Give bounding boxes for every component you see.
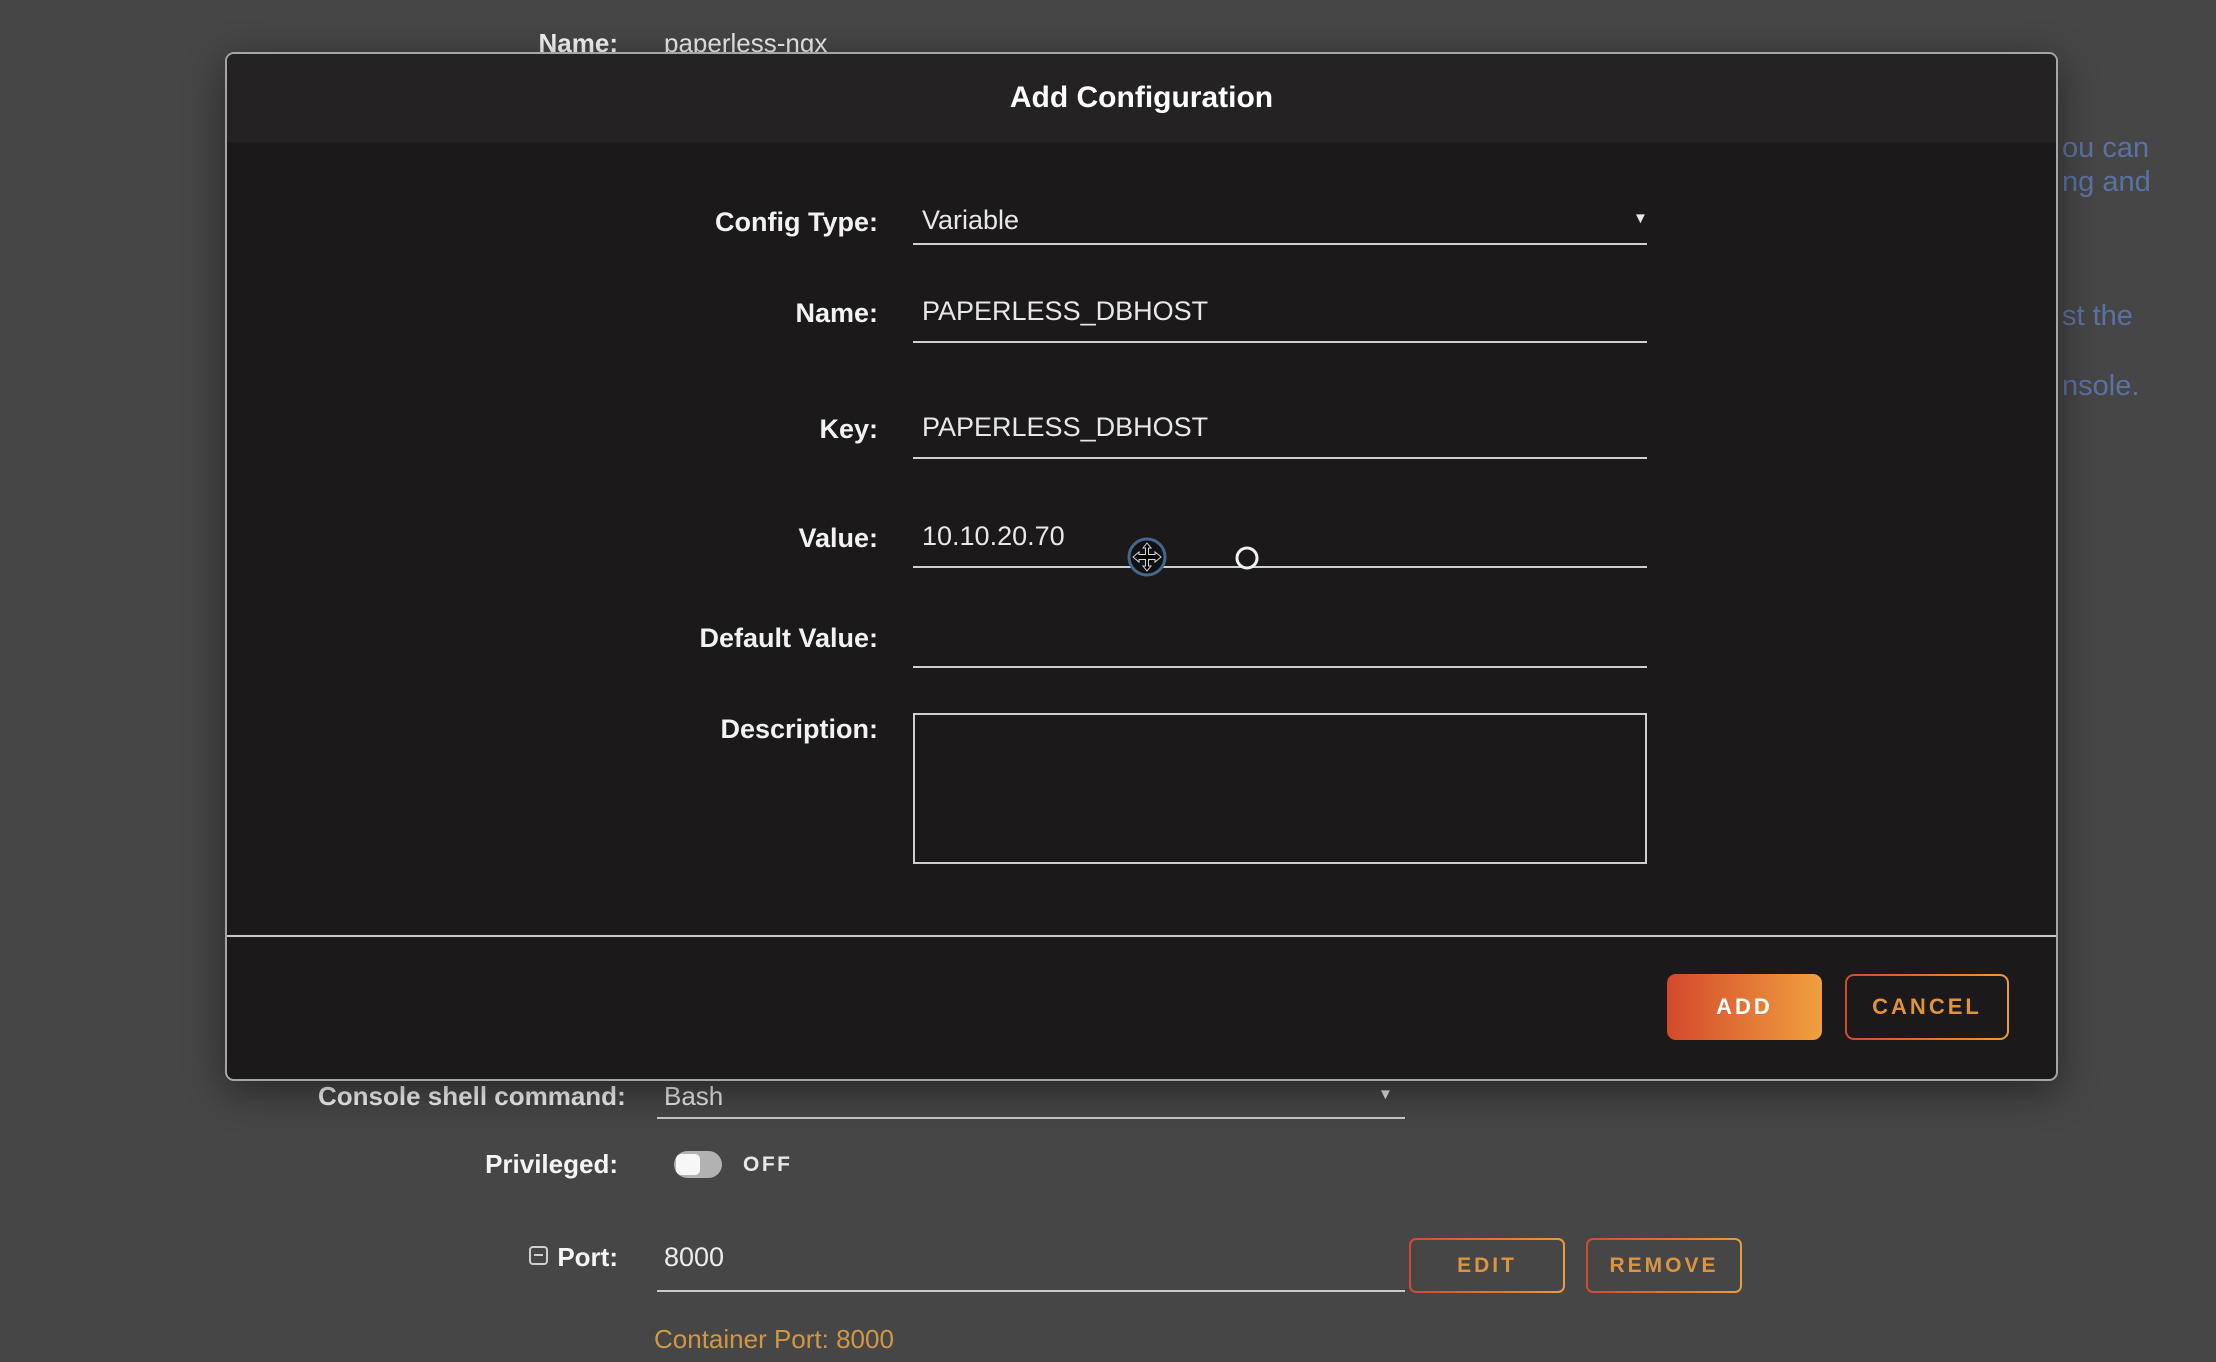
cancel-button[interactable]: CANCEL (1845, 974, 2009, 1040)
footer-divider (227, 935, 2056, 937)
move-cursor-icon (1126, 536, 1168, 578)
description-textarea[interactable] (913, 713, 1647, 864)
config-type-select[interactable] (913, 205, 1647, 245)
dialog-header: Add Configuration (227, 54, 2056, 142)
port-edit-button[interactable]: EDIT (1409, 1238, 1565, 1293)
help-text-fragment: nsole. (2062, 370, 2139, 403)
add-button[interactable]: ADD (1667, 974, 1822, 1040)
circle-cursor-icon (1234, 545, 1260, 571)
name-label: Name: (478, 298, 878, 329)
name-input[interactable] (913, 291, 1647, 343)
dialog-title: Add Configuration (1010, 81, 1273, 115)
default-value-label: Default Value: (478, 623, 878, 654)
toggle-knob-icon (676, 1154, 700, 1175)
config-type-label: Config Type: (478, 207, 878, 238)
help-text-fragment: ng and (2062, 166, 2151, 199)
port-underline (657, 1290, 1405, 1292)
key-input[interactable] (913, 407, 1647, 459)
key-label: Key: (478, 414, 878, 445)
port-remove-button[interactable]: REMOVE (1586, 1238, 1742, 1293)
help-text-fragment: st the (2062, 300, 2133, 333)
privileged-toggle[interactable] (674, 1151, 722, 1178)
value-input[interactable] (913, 516, 1647, 568)
description-label: Description: (478, 714, 878, 745)
console-shell-underline (657, 1117, 1405, 1119)
console-shell-select[interactable]: Bash (664, 1081, 723, 1112)
default-value-input[interactable] (913, 616, 1647, 668)
value-label: Value: (478, 523, 878, 554)
help-text-fragment: ou can (2062, 132, 2149, 165)
console-shell-label: Console shell command: (318, 1081, 618, 1112)
chevron-down-icon: ▼ (1378, 1086, 1393, 1103)
port-value[interactable]: 8000 (664, 1242, 724, 1273)
docker-template-page: Name: paperless-ngx ou can ng and st the… (0, 0, 2216, 1362)
port-label: Port: (418, 1242, 618, 1273)
privileged-toggle-state: OFF (743, 1153, 793, 1177)
container-port-note: Container Port: 8000 (654, 1324, 894, 1355)
privileged-label: Privileged: (418, 1149, 618, 1180)
